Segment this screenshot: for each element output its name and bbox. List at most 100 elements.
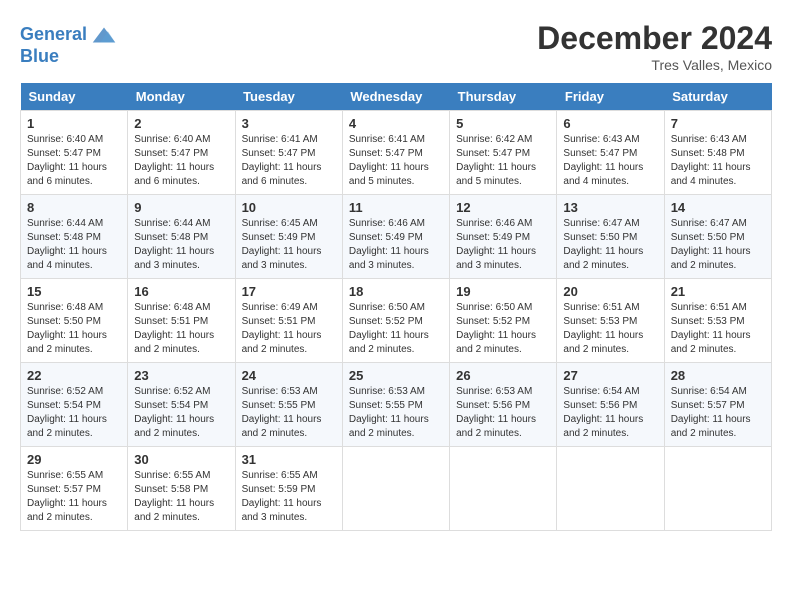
empty-cell [450,447,557,531]
month-title: December 2024 [537,20,772,57]
day-number: 9 [134,200,228,215]
day-number: 21 [671,284,765,299]
day-number: 11 [349,200,443,215]
calendar-day-cell: 12 Sunrise: 6:46 AM Sunset: 5:49 PM Dayl… [450,195,557,279]
calendar-day-cell: 30 Sunrise: 6:55 AM Sunset: 5:58 PM Dayl… [128,447,235,531]
calendar-day-cell: 27 Sunrise: 6:54 AM Sunset: 5:56 PM Dayl… [557,363,664,447]
title-area: December 2024 Tres Valles, Mexico [537,20,772,73]
weekday-header-thursday: Thursday [450,83,557,111]
day-info: Sunrise: 6:46 AM Sunset: 5:49 PM Dayligh… [349,218,429,271]
calendar-day-cell: 18 Sunrise: 6:50 AM Sunset: 5:52 PM Dayl… [342,279,449,363]
logo: General Blue [20,20,119,67]
day-number: 4 [349,116,443,131]
logo-blue: Blue [20,46,59,67]
day-info: Sunrise: 6:54 AM Sunset: 5:56 PM Dayligh… [563,386,643,439]
calendar-day-cell: 6 Sunrise: 6:43 AM Sunset: 5:47 PM Dayli… [557,111,664,195]
day-number: 1 [27,116,121,131]
day-info: Sunrise: 6:44 AM Sunset: 5:48 PM Dayligh… [134,218,214,271]
calendar-week-row: 8 Sunrise: 6:44 AM Sunset: 5:48 PM Dayli… [21,195,772,279]
calendar-day-cell: 28 Sunrise: 6:54 AM Sunset: 5:57 PM Dayl… [664,363,771,447]
calendar-day-cell: 5 Sunrise: 6:42 AM Sunset: 5:47 PM Dayli… [450,111,557,195]
day-number: 6 [563,116,657,131]
day-number: 10 [242,200,336,215]
day-info: Sunrise: 6:54 AM Sunset: 5:57 PM Dayligh… [671,386,751,439]
day-info: Sunrise: 6:55 AM Sunset: 5:59 PM Dayligh… [242,470,322,523]
calendar-day-cell: 2 Sunrise: 6:40 AM Sunset: 5:47 PM Dayli… [128,111,235,195]
calendar-day-cell: 3 Sunrise: 6:41 AM Sunset: 5:47 PM Dayli… [235,111,342,195]
weekday-header-wednesday: Wednesday [342,83,449,111]
day-info: Sunrise: 6:41 AM Sunset: 5:47 PM Dayligh… [242,134,322,187]
day-number: 3 [242,116,336,131]
day-info: Sunrise: 6:42 AM Sunset: 5:47 PM Dayligh… [456,134,536,187]
day-info: Sunrise: 6:52 AM Sunset: 5:54 PM Dayligh… [134,386,214,439]
day-number: 16 [134,284,228,299]
calendar-day-cell: 1 Sunrise: 6:40 AM Sunset: 5:47 PM Dayli… [21,111,128,195]
day-number: 23 [134,368,228,383]
calendar-day-cell: 7 Sunrise: 6:43 AM Sunset: 5:48 PM Dayli… [664,111,771,195]
calendar-day-cell: 20 Sunrise: 6:51 AM Sunset: 5:53 PM Dayl… [557,279,664,363]
day-number: 5 [456,116,550,131]
calendar-day-cell: 15 Sunrise: 6:48 AM Sunset: 5:50 PM Dayl… [21,279,128,363]
day-info: Sunrise: 6:51 AM Sunset: 5:53 PM Dayligh… [563,302,643,355]
day-info: Sunrise: 6:48 AM Sunset: 5:51 PM Dayligh… [134,302,214,355]
calendar-day-cell: 26 Sunrise: 6:53 AM Sunset: 5:56 PM Dayl… [450,363,557,447]
day-info: Sunrise: 6:47 AM Sunset: 5:50 PM Dayligh… [671,218,751,271]
weekday-header-tuesday: Tuesday [235,83,342,111]
day-number: 25 [349,368,443,383]
calendar-day-cell: 19 Sunrise: 6:50 AM Sunset: 5:52 PM Dayl… [450,279,557,363]
day-info: Sunrise: 6:46 AM Sunset: 5:49 PM Dayligh… [456,218,536,271]
calendar-week-row: 29 Sunrise: 6:55 AM Sunset: 5:57 PM Dayl… [21,447,772,531]
day-info: Sunrise: 6:53 AM Sunset: 5:55 PM Dayligh… [242,386,322,439]
calendar-day-cell: 8 Sunrise: 6:44 AM Sunset: 5:48 PM Dayli… [21,195,128,279]
day-info: Sunrise: 6:51 AM Sunset: 5:53 PM Dayligh… [671,302,751,355]
calendar-day-cell: 4 Sunrise: 6:41 AM Sunset: 5:47 PM Dayli… [342,111,449,195]
day-info: Sunrise: 6:43 AM Sunset: 5:47 PM Dayligh… [563,134,643,187]
day-info: Sunrise: 6:53 AM Sunset: 5:55 PM Dayligh… [349,386,429,439]
weekday-header-saturday: Saturday [664,83,771,111]
calendar-day-cell: 25 Sunrise: 6:53 AM Sunset: 5:55 PM Dayl… [342,363,449,447]
day-number: 8 [27,200,121,215]
empty-cell [342,447,449,531]
calendar-day-cell: 29 Sunrise: 6:55 AM Sunset: 5:57 PM Dayl… [21,447,128,531]
day-number: 26 [456,368,550,383]
calendar-day-cell: 23 Sunrise: 6:52 AM Sunset: 5:54 PM Dayl… [128,363,235,447]
weekday-header-friday: Friday [557,83,664,111]
day-number: 30 [134,452,228,467]
day-info: Sunrise: 6:55 AM Sunset: 5:58 PM Dayligh… [134,470,214,523]
weekday-header-monday: Monday [128,83,235,111]
day-info: Sunrise: 6:49 AM Sunset: 5:51 PM Dayligh… [242,302,322,355]
calendar-day-cell: 9 Sunrise: 6:44 AM Sunset: 5:48 PM Dayli… [128,195,235,279]
calendar-week-row: 15 Sunrise: 6:48 AM Sunset: 5:50 PM Dayl… [21,279,772,363]
calendar-day-cell: 21 Sunrise: 6:51 AM Sunset: 5:53 PM Dayl… [664,279,771,363]
logo-text: General [20,24,87,46]
location-title: Tres Valles, Mexico [537,57,772,73]
day-number: 31 [242,452,336,467]
day-number: 7 [671,116,765,131]
day-info: Sunrise: 6:44 AM Sunset: 5:48 PM Dayligh… [27,218,107,271]
calendar-day-cell: 24 Sunrise: 6:53 AM Sunset: 5:55 PM Dayl… [235,363,342,447]
day-info: Sunrise: 6:45 AM Sunset: 5:49 PM Dayligh… [242,218,322,271]
day-number: 2 [134,116,228,131]
calendar-day-cell: 17 Sunrise: 6:49 AM Sunset: 5:51 PM Dayl… [235,279,342,363]
calendar-day-cell: 22 Sunrise: 6:52 AM Sunset: 5:54 PM Dayl… [21,363,128,447]
day-number: 14 [671,200,765,215]
day-info: Sunrise: 6:48 AM Sunset: 5:50 PM Dayligh… [27,302,107,355]
day-number: 13 [563,200,657,215]
day-info: Sunrise: 6:41 AM Sunset: 5:47 PM Dayligh… [349,134,429,187]
calendar-day-cell: 10 Sunrise: 6:45 AM Sunset: 5:49 PM Dayl… [235,195,342,279]
day-info: Sunrise: 6:47 AM Sunset: 5:50 PM Dayligh… [563,218,643,271]
day-info: Sunrise: 6:55 AM Sunset: 5:57 PM Dayligh… [27,470,107,523]
day-number: 12 [456,200,550,215]
calendar-table: SundayMondayTuesdayWednesdayThursdayFrid… [20,83,772,531]
calendar-week-row: 1 Sunrise: 6:40 AM Sunset: 5:47 PM Dayli… [21,111,772,195]
calendar-day-cell: 13 Sunrise: 6:47 AM Sunset: 5:50 PM Dayl… [557,195,664,279]
weekday-header-sunday: Sunday [21,83,128,111]
weekday-header-row: SundayMondayTuesdayWednesdayThursdayFrid… [21,83,772,111]
day-number: 24 [242,368,336,383]
calendar-week-row: 22 Sunrise: 6:52 AM Sunset: 5:54 PM Dayl… [21,363,772,447]
day-number: 28 [671,368,765,383]
day-number: 27 [563,368,657,383]
day-info: Sunrise: 6:43 AM Sunset: 5:48 PM Dayligh… [671,134,751,187]
empty-cell [557,447,664,531]
day-info: Sunrise: 6:40 AM Sunset: 5:47 PM Dayligh… [27,134,107,187]
